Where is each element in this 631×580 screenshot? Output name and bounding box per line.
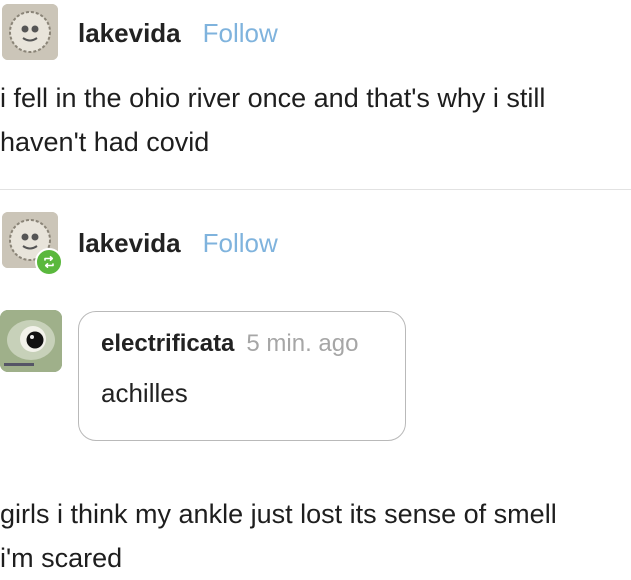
- divider: [0, 189, 631, 190]
- reblog-badge: [35, 248, 63, 276]
- avatar[interactable]: [2, 4, 58, 60]
- reblog-follow-button[interactable]: Follow: [203, 228, 278, 259]
- post-text-line: i fell in the ohio river once and that's…: [0, 83, 546, 113]
- follow-button[interactable]: Follow: [203, 18, 278, 49]
- avatar-image: [2, 4, 58, 60]
- reblog-username[interactable]: lakevida: [78, 228, 181, 259]
- answer-text-line: girls i think my ankle just lost its sen…: [0, 499, 557, 529]
- reblog-icon: [44, 256, 54, 268]
- asker-avatar[interactable]: [0, 310, 62, 372]
- post-text-line: haven't had covid: [0, 127, 210, 157]
- ask-question: achilles: [101, 378, 188, 408]
- reblog-header: lakevida Follow: [78, 228, 278, 259]
- asker-username[interactable]: electrificata: [101, 330, 234, 358]
- post-username[interactable]: lakevida: [78, 18, 181, 49]
- ask-bubble: electrificata 5 min. ago achilles: [78, 311, 406, 441]
- post-body: i fell in the ohio river once and that's…: [0, 76, 545, 164]
- post-header: lakevida Follow: [78, 18, 278, 49]
- ask-timestamp: 5 min. ago: [246, 330, 359, 357]
- answer-text-line: i'm scared: [0, 543, 123, 573]
- fish-eye-image: [0, 310, 62, 372]
- answer-body: girls i think my ankle just lost its sen…: [0, 492, 557, 580]
- ask-header: electrificata 5 min. ago: [101, 330, 358, 358]
